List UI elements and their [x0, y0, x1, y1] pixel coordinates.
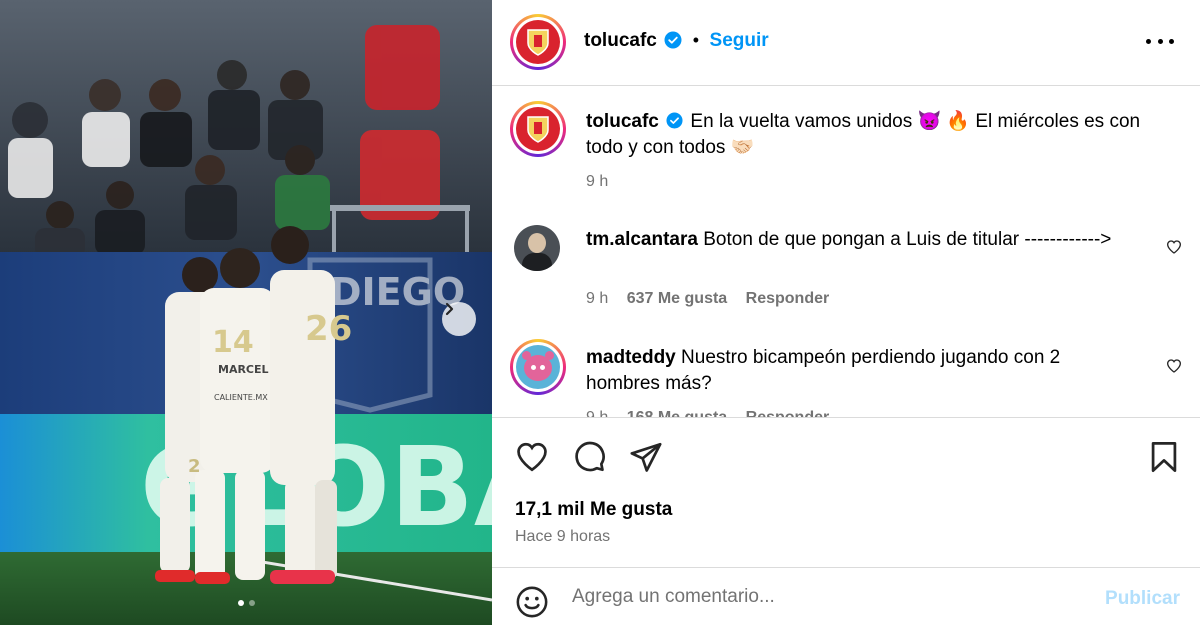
save-bookmark-icon[interactable] — [1149, 440, 1179, 474]
dot-icon — [1146, 38, 1151, 44]
team-celebration-photo: DIEGO GLOBA 14 MARCEL CALIENTE.MX 26 — [0, 0, 492, 625]
follow-button[interactable]: Seguir — [710, 30, 769, 51]
post-actions: 17,1 mil Me gusta Hace 9 horas — [492, 417, 1200, 567]
post-photo[interactable]: DIEGO GLOBA 14 MARCEL CALIENTE.MX 26 — [0, 0, 492, 625]
comment-1-text: Boton de que pongan a Luis de titular --… — [703, 229, 1112, 250]
comment-1-meta: 9 h 637 Me gusta Responder — [586, 290, 829, 308]
comment-1-like-heart-icon[interactable] — [1166, 239, 1182, 255]
comment-1: tm.alcantara Boton de que pongan a Luis … — [586, 227, 1146, 253]
verified-badge-icon — [666, 112, 683, 129]
toluca-crest-icon — [527, 116, 549, 143]
account-avatar[interactable] — [510, 14, 566, 70]
chevron-right-icon — [445, 302, 454, 316]
carousel-next-button[interactable] — [442, 302, 476, 336]
post-detail-panel: tolucafc • Seguir tolucafc En la vuelta … — [492, 0, 1200, 625]
header-separator: • — [692, 30, 700, 50]
jersey-name: MARCEL — [218, 363, 269, 376]
posted-time: Hace 9 horas — [515, 528, 611, 545]
jersey-number-2: 2 — [188, 456, 201, 477]
comment-2-like-heart-icon[interactable] — [1166, 358, 1182, 374]
emoji-picker-icon[interactable] — [515, 585, 549, 619]
comment-bubble-icon[interactable] — [572, 440, 606, 474]
comment-2-meta: 9 h 168 Me gusta Responder — [586, 409, 829, 417]
post-header: tolucafc • Seguir — [492, 0, 1200, 86]
comment-2: madteddy Nuestro bicampeón perdiendo jug… — [586, 345, 1106, 397]
header-identity: tolucafc • Seguir — [584, 30, 769, 52]
toluca-crest-icon — [527, 29, 549, 56]
carousel-indicator — [0, 600, 492, 606]
comment-2-reply-button[interactable]: Responder — [746, 409, 830, 417]
comment-avatar-tm-alcantara[interactable] — [514, 225, 560, 271]
comment-input[interactable] — [572, 582, 1092, 612]
jersey-sponsor: CALIENTE.MX — [214, 393, 268, 402]
comment-avatar-madteddy[interactable] — [510, 339, 566, 395]
comment-1-username[interactable]: tm.alcantara — [586, 229, 698, 250]
header-username[interactable]: tolucafc — [584, 30, 657, 51]
comments-list[interactable]: tolucafc En la vuelta vamos unidos 👿 🔥 E… — [492, 87, 1200, 417]
comment-1-time: 9 h — [586, 290, 609, 307]
more-options-button[interactable] — [1146, 31, 1174, 51]
carousel-dot-1 — [237, 600, 244, 606]
likes-count[interactable]: 17,1 mil Me gusta — [515, 499, 672, 521]
caption: tolucafc En la vuelta vamos unidos 👿 🔥 E… — [586, 109, 1176, 161]
caption-avatar[interactable] — [510, 101, 566, 157]
caption-time: 9 h — [586, 173, 609, 190]
share-send-icon[interactable] — [629, 440, 663, 474]
comment-2-likes[interactable]: 168 Me gusta — [627, 409, 727, 417]
caption-username[interactable]: tolucafc — [586, 111, 659, 132]
carousel-dot-2 — [248, 600, 255, 606]
comment-1-likes[interactable]: 637 Me gusta — [627, 290, 727, 307]
like-heart-icon[interactable] — [515, 440, 549, 474]
jersey-number-26: 26 — [305, 309, 352, 349]
comment-1-reply-button[interactable]: Responder — [746, 290, 830, 307]
comment-2-username[interactable]: madteddy — [586, 347, 676, 368]
verified-badge-icon — [664, 31, 682, 49]
add-comment-bar: Publicar — [492, 567, 1200, 625]
dot-icon — [1157, 38, 1163, 44]
jersey-number-14: 14 — [212, 325, 254, 360]
publish-button[interactable]: Publicar — [1105, 588, 1180, 610]
dot-icon — [1169, 38, 1174, 44]
comment-2-time: 9 h — [586, 409, 608, 417]
